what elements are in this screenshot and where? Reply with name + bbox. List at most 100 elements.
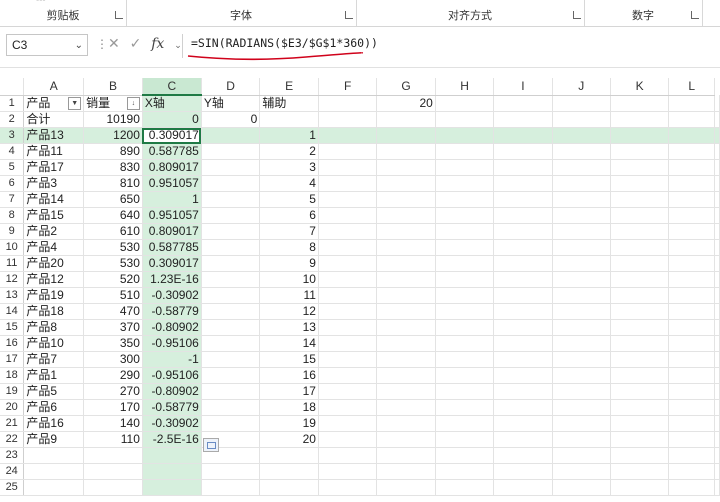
cell-i16[interactable] xyxy=(493,335,553,352)
cell-j8[interactable] xyxy=(552,207,611,224)
cell-a17[interactable]: 产品7 xyxy=(23,351,85,368)
cell-a19[interactable]: 产品5 xyxy=(23,383,85,400)
cell-a2[interactable]: 合计 xyxy=(23,111,85,128)
cell-f17[interactable] xyxy=(318,351,378,368)
cell-a1[interactable]: 产品 ▼ xyxy=(23,95,85,112)
cell-i8[interactable] xyxy=(493,207,553,224)
cell-c10[interactable]: 0.587785 xyxy=(142,239,202,256)
row-header[interactable]: 3 xyxy=(0,127,25,144)
cell-g3[interactable] xyxy=(376,127,436,144)
cell-l25[interactable] xyxy=(668,479,715,496)
cell-g21[interactable] xyxy=(376,415,436,432)
cell-l23[interactable] xyxy=(668,447,715,464)
cell-e18[interactable]: 16 xyxy=(259,367,319,384)
cell-d25[interactable] xyxy=(201,479,261,496)
cell-c19[interactable]: -0.80902 xyxy=(142,383,202,400)
cell-d10[interactable] xyxy=(201,239,261,256)
cell-i18[interactable] xyxy=(493,367,553,384)
cell-j19[interactable] xyxy=(552,383,611,400)
cell-k17[interactable] xyxy=(610,351,670,368)
insert-function-icon[interactable]: fx xyxy=(151,36,164,52)
cell-c7[interactable]: 1 xyxy=(142,191,202,208)
cell-f15[interactable] xyxy=(318,319,378,336)
cell-j20[interactable] xyxy=(552,399,611,416)
cell-l12[interactable] xyxy=(668,271,715,288)
cell-f1[interactable] xyxy=(318,95,378,112)
cell-i23[interactable] xyxy=(493,447,553,464)
cell-h8[interactable] xyxy=(435,207,495,224)
column-header-a[interactable]: A xyxy=(23,78,85,96)
cell-h2[interactable] xyxy=(435,111,495,128)
cell-c22[interactable]: -2.5E-16 xyxy=(142,431,202,448)
cell-i10[interactable] xyxy=(493,239,553,256)
row-header[interactable]: 11 xyxy=(0,255,25,272)
cell-b1[interactable]: 销量 ↓ xyxy=(83,95,143,112)
column-header-j[interactable]: J xyxy=(552,78,611,96)
cell-e16[interactable]: 14 xyxy=(259,335,319,352)
cell-j14[interactable] xyxy=(552,303,611,320)
cell-b20[interactable]: 170 xyxy=(83,399,143,416)
cell-l7[interactable] xyxy=(668,191,715,208)
cell-e6[interactable]: 4 xyxy=(259,175,319,192)
cell-e21[interactable]: 19 xyxy=(259,415,319,432)
cell-j16[interactable] xyxy=(552,335,611,352)
cell-g20[interactable] xyxy=(376,399,436,416)
cell-k13[interactable] xyxy=(610,287,670,304)
row-header[interactable]: 9 xyxy=(0,223,25,240)
cell-d18[interactable] xyxy=(201,367,261,384)
cell-g4[interactable] xyxy=(376,143,436,160)
cell-h4[interactable] xyxy=(435,143,495,160)
cell-d5[interactable] xyxy=(201,159,261,176)
cell-i21[interactable] xyxy=(493,415,553,432)
cell-d13[interactable] xyxy=(201,287,261,304)
cell-i9[interactable] xyxy=(493,223,553,240)
cell-f3[interactable] xyxy=(318,127,378,144)
cell-h6[interactable] xyxy=(435,175,495,192)
cell-c25[interactable] xyxy=(142,479,202,496)
cell-c21[interactable]: -0.30902 xyxy=(142,415,202,432)
cell-l2[interactable] xyxy=(668,111,715,128)
cell-a12[interactable]: 产品12 xyxy=(23,271,85,288)
cell-k11[interactable] xyxy=(610,255,670,272)
cell-k1[interactable] xyxy=(610,95,670,112)
cancel-icon[interactable]: ✕ xyxy=(108,35,120,51)
row-header[interactable]: 20 xyxy=(0,399,25,416)
cell-h22[interactable] xyxy=(435,431,495,448)
cell-e11[interactable]: 9 xyxy=(259,255,319,272)
cell-j23[interactable] xyxy=(552,447,611,464)
cell-h1[interactable] xyxy=(435,95,495,112)
cell-j5[interactable] xyxy=(552,159,611,176)
cell-i3[interactable] xyxy=(493,127,553,144)
row-header[interactable]: 6 xyxy=(0,175,25,192)
cell-b2[interactable]: 10190 xyxy=(83,111,143,128)
cell-d4[interactable] xyxy=(201,143,261,160)
cell-h20[interactable] xyxy=(435,399,495,416)
cell-d21[interactable] xyxy=(201,415,261,432)
cell-d9[interactable] xyxy=(201,223,261,240)
cell-h12[interactable] xyxy=(435,271,495,288)
column-header-k[interactable]: K xyxy=(610,78,670,96)
cell-l20[interactable] xyxy=(668,399,715,416)
cell-k5[interactable] xyxy=(610,159,670,176)
cell-c11[interactable]: 0.309017 xyxy=(142,255,202,272)
cell-g1[interactable]: 20 xyxy=(376,95,436,112)
column-header-l[interactable]: L xyxy=(668,78,715,96)
cell-l6[interactable] xyxy=(668,175,715,192)
row-header[interactable]: 24 xyxy=(0,463,25,480)
cell-h23[interactable] xyxy=(435,447,495,464)
cell-g17[interactable] xyxy=(376,351,436,368)
cell-c16[interactable]: -0.95106 xyxy=(142,335,202,352)
cell-f21[interactable] xyxy=(318,415,378,432)
cell-b11[interactable]: 530 xyxy=(83,255,143,272)
cell-e19[interactable]: 17 xyxy=(259,383,319,400)
cell-h21[interactable] xyxy=(435,415,495,432)
cell-k9[interactable] xyxy=(610,223,670,240)
cell-i5[interactable] xyxy=(493,159,553,176)
cell-e13[interactable]: 11 xyxy=(259,287,319,304)
cell-c14[interactable]: -0.58779 xyxy=(142,303,202,320)
cell-g16[interactable] xyxy=(376,335,436,352)
cell-j21[interactable] xyxy=(552,415,611,432)
cell-g2[interactable] xyxy=(376,111,436,128)
cell-c3[interactable]: 0.309017 xyxy=(142,127,202,144)
cell-h19[interactable] xyxy=(435,383,495,400)
